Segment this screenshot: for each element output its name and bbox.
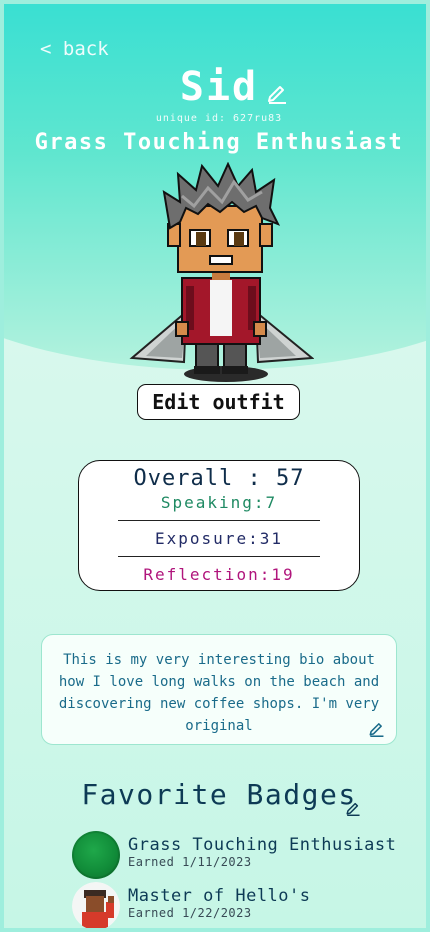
bio-card: This is my very interesting bio about ho… [41,634,397,745]
score-divider [118,556,320,557]
profile-title: Grass Touching Enthusiast [34,130,404,155]
bio-text: This is my very interesting bio about ho… [58,652,380,734]
reflection-score: Reflection:19 [143,565,295,584]
back-button[interactable]: < back [40,38,109,60]
edit-outfit-button[interactable]: Edit outfit [137,384,300,420]
badge-item[interactable]: Master of Hello's Earned 1/22/2023 [72,882,402,928]
waving-avatar-badge-icon [72,882,120,928]
edit-name-icon[interactable] [266,82,288,104]
profile-name: Sid [179,64,259,110]
score-card: Overall : 57 Speaking:7 Exposure:31 Refl… [78,460,360,591]
unique-id: unique id: 627ru83 [155,113,283,124]
badge-earned-date: Earned 1/22/2023 [128,906,252,920]
badge-item[interactable]: Grass Touching Enthusiast Earned 1/11/20… [72,831,402,881]
profile-screen: < back Sid unique id: 627ru83 Grass Touc… [0,0,430,932]
favorite-badges-heading: Favorite Badges [81,778,357,811]
badge-earned-date: Earned 1/11/2023 [128,855,252,869]
speaking-score: Speaking:7 [160,493,278,512]
grass-badge-icon [72,831,120,879]
exposure-score: Exposure:31 [155,529,283,548]
badge-name: Grass Touching Enthusiast [128,835,397,855]
score-divider [118,520,320,521]
overall-score: Overall : 57 [133,466,305,491]
edit-badges-icon[interactable] [345,800,361,816]
edit-bio-icon[interactable] [368,720,385,737]
badge-name: Master of Hello's [128,886,311,906]
avatar-sprite [129,162,314,382]
